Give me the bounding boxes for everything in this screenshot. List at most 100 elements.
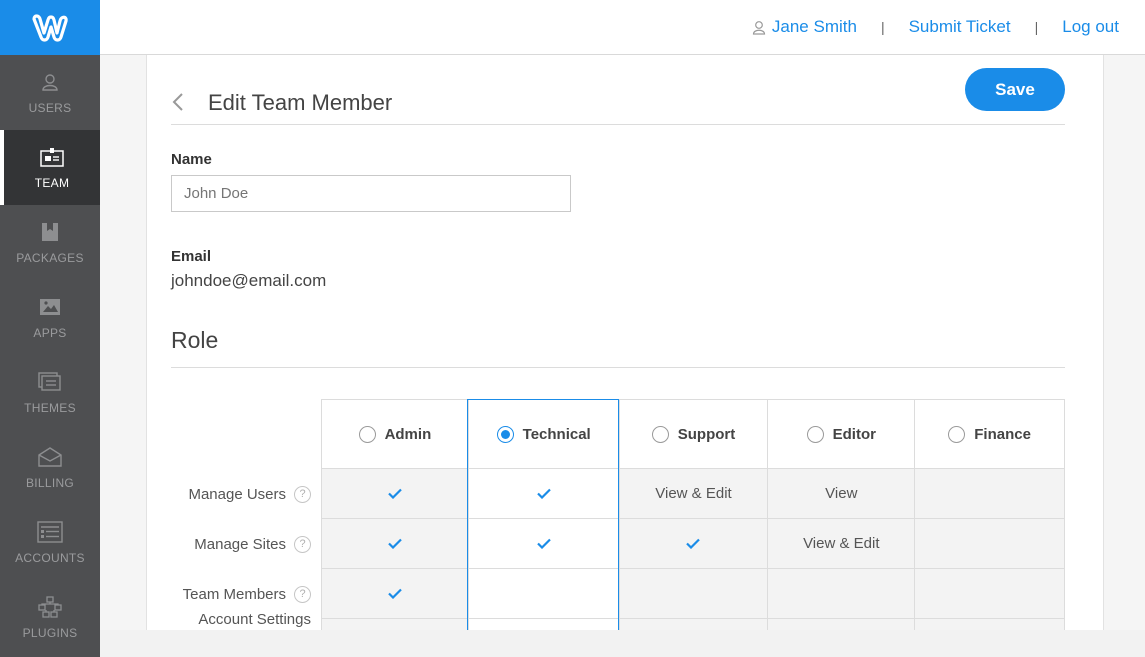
permission-cell: [322, 469, 469, 518]
user-menu-link[interactable]: Jane Smith: [752, 17, 857, 37]
role-option-admin[interactable]: Admin: [322, 400, 469, 469]
header-separator: |: [880, 19, 885, 35]
permission-cell: [468, 569, 620, 618]
save-button[interactable]: Save: [965, 68, 1065, 111]
network-icon: [37, 595, 63, 618]
check-icon: [388, 488, 402, 499]
title-row: Edit Team Member Save: [171, 55, 1065, 125]
sidebar-item-label: THEMES: [24, 400, 76, 415]
role-header-row: Admin Technical Support Editor Finance: [321, 399, 1065, 469]
sidebar-item-plugins[interactable]: PLUGINS: [0, 580, 100, 655]
user-name: Jane Smith: [771, 17, 857, 36]
permission-cell: [468, 469, 620, 518]
radio-button[interactable]: [948, 425, 966, 443]
permission-cell: [322, 619, 469, 630]
permission-label-manage-users: Manage Users ?: [171, 469, 311, 519]
sidebar-item-label: PLUGINS: [22, 625, 78, 640]
log-out-link[interactable]: Log out: [1062, 17, 1119, 37]
sidebar-item-label: USERS: [28, 100, 72, 115]
header-separator: |: [1034, 19, 1039, 35]
permission-cell: [768, 619, 916, 630]
permission-cell: [468, 519, 620, 568]
role-label: Editor: [832, 425, 876, 443]
permission-cell: [619, 619, 769, 630]
permission-cell: [619, 519, 769, 568]
user-icon: [752, 20, 765, 35]
permission-cell: [619, 569, 769, 618]
permission-cell: [322, 519, 469, 568]
role-label: Support: [677, 425, 736, 443]
header-links: Jane Smith | Submit Ticket | Log out: [752, 0, 1119, 54]
permission-cell: [768, 569, 916, 618]
permission-cell: View: [768, 469, 916, 518]
email-label: Email: [171, 248, 212, 265]
check-icon: [536, 538, 551, 549]
radio-dot: [500, 429, 510, 439]
sidebar-item-accounts[interactable]: ACCOUNTS: [0, 505, 100, 580]
permission-cell: [322, 569, 469, 618]
weebly-logo[interactable]: [0, 0, 100, 55]
role-option-editor[interactable]: Editor: [768, 400, 916, 469]
role-option-support[interactable]: Support: [619, 400, 769, 469]
divider: [171, 367, 1065, 368]
sidebar-item-billing[interactable]: BILLING: [0, 430, 100, 505]
user-icon: [40, 71, 60, 93]
table-row-manage-users: View & Edit View: [321, 469, 1065, 519]
sidebar-item-label: TEAM: [34, 175, 70, 190]
role-label: Finance: [974, 425, 1031, 443]
sidebar-item-team[interactable]: TEAM: [0, 130, 100, 205]
help-icon[interactable]: ?: [294, 535, 311, 553]
permission-value: View & Edit: [655, 485, 732, 502]
sidebar-item-apps[interactable]: APPS: [0, 280, 100, 355]
permission-value: View & Edit: [803, 535, 880, 552]
weebly-w-logo-icon: [32, 13, 68, 42]
id-badge-icon: [40, 146, 64, 168]
table-row-team-members: [321, 569, 1065, 619]
radio-button[interactable]: [651, 425, 669, 443]
role-option-finance[interactable]: Finance: [915, 400, 1065, 469]
sidebar-item-users[interactable]: USERS: [0, 55, 100, 130]
check-icon: [388, 588, 402, 599]
table-row-manage-sites: View & Edit: [321, 519, 1065, 569]
edit-member-card: Edit Team Member Save Name Email johndoe…: [146, 55, 1104, 630]
image-icon: [39, 296, 61, 318]
submit-ticket-link[interactable]: Submit Ticket: [909, 17, 1011, 37]
bottom-scroll-area: [100, 630, 1145, 657]
email-value: johndoe@email.com: [171, 271, 327, 290]
sidebar-item-packages[interactable]: PACKAGES: [0, 205, 100, 280]
name-input[interactable]: [171, 175, 571, 212]
radio-button[interactable]: [806, 425, 824, 443]
check-icon: [388, 538, 402, 549]
page-title: Edit Team Member: [208, 90, 393, 115]
permission-cell: View & Edit: [768, 519, 916, 568]
help-icon[interactable]: ?: [294, 485, 311, 503]
layers-icon: [38, 371, 62, 393]
bookmark-icon: [41, 221, 59, 243]
table-row-account-settings: [321, 619, 1065, 630]
envelope-icon: [38, 446, 62, 468]
permission-cell: View & Edit: [619, 469, 769, 518]
role-label: Technical: [522, 425, 591, 443]
permission-rows: View & Edit View View & Edit: [321, 469, 1065, 630]
back-chevron-icon[interactable]: [171, 93, 185, 111]
top-header: Jane Smith | Submit Ticket | Log out: [100, 0, 1145, 55]
permission-label-manage-sites: Manage Sites ?: [171, 519, 311, 569]
help-icon[interactable]: ?: [294, 585, 311, 603]
sidebar-item-label: ACCOUNTS: [15, 550, 85, 565]
check-icon: [686, 538, 701, 549]
sidebar-item-label: APPS: [33, 325, 67, 340]
radio-button-selected[interactable]: [496, 425, 514, 443]
list-card-icon: [37, 520, 63, 543]
check-icon: [536, 488, 551, 499]
sidebar-item-themes[interactable]: THEMES: [0, 355, 100, 430]
permission-cell: [915, 519, 1065, 568]
role-label: Admin: [384, 425, 432, 443]
permission-label-account-settings: Account Settings: [171, 611, 311, 630]
sidebar: USERS TEAM PACKAGES APPS THEMES BILLING: [0, 0, 100, 657]
sidebar-item-label: PACKAGES: [16, 250, 84, 265]
radio-button[interactable]: [358, 425, 376, 443]
permission-label-text: Account Settings: [198, 611, 311, 628]
permission-cell: [915, 619, 1065, 630]
permission-cell: [915, 569, 1065, 618]
role-option-technical[interactable]: Technical: [468, 400, 620, 469]
